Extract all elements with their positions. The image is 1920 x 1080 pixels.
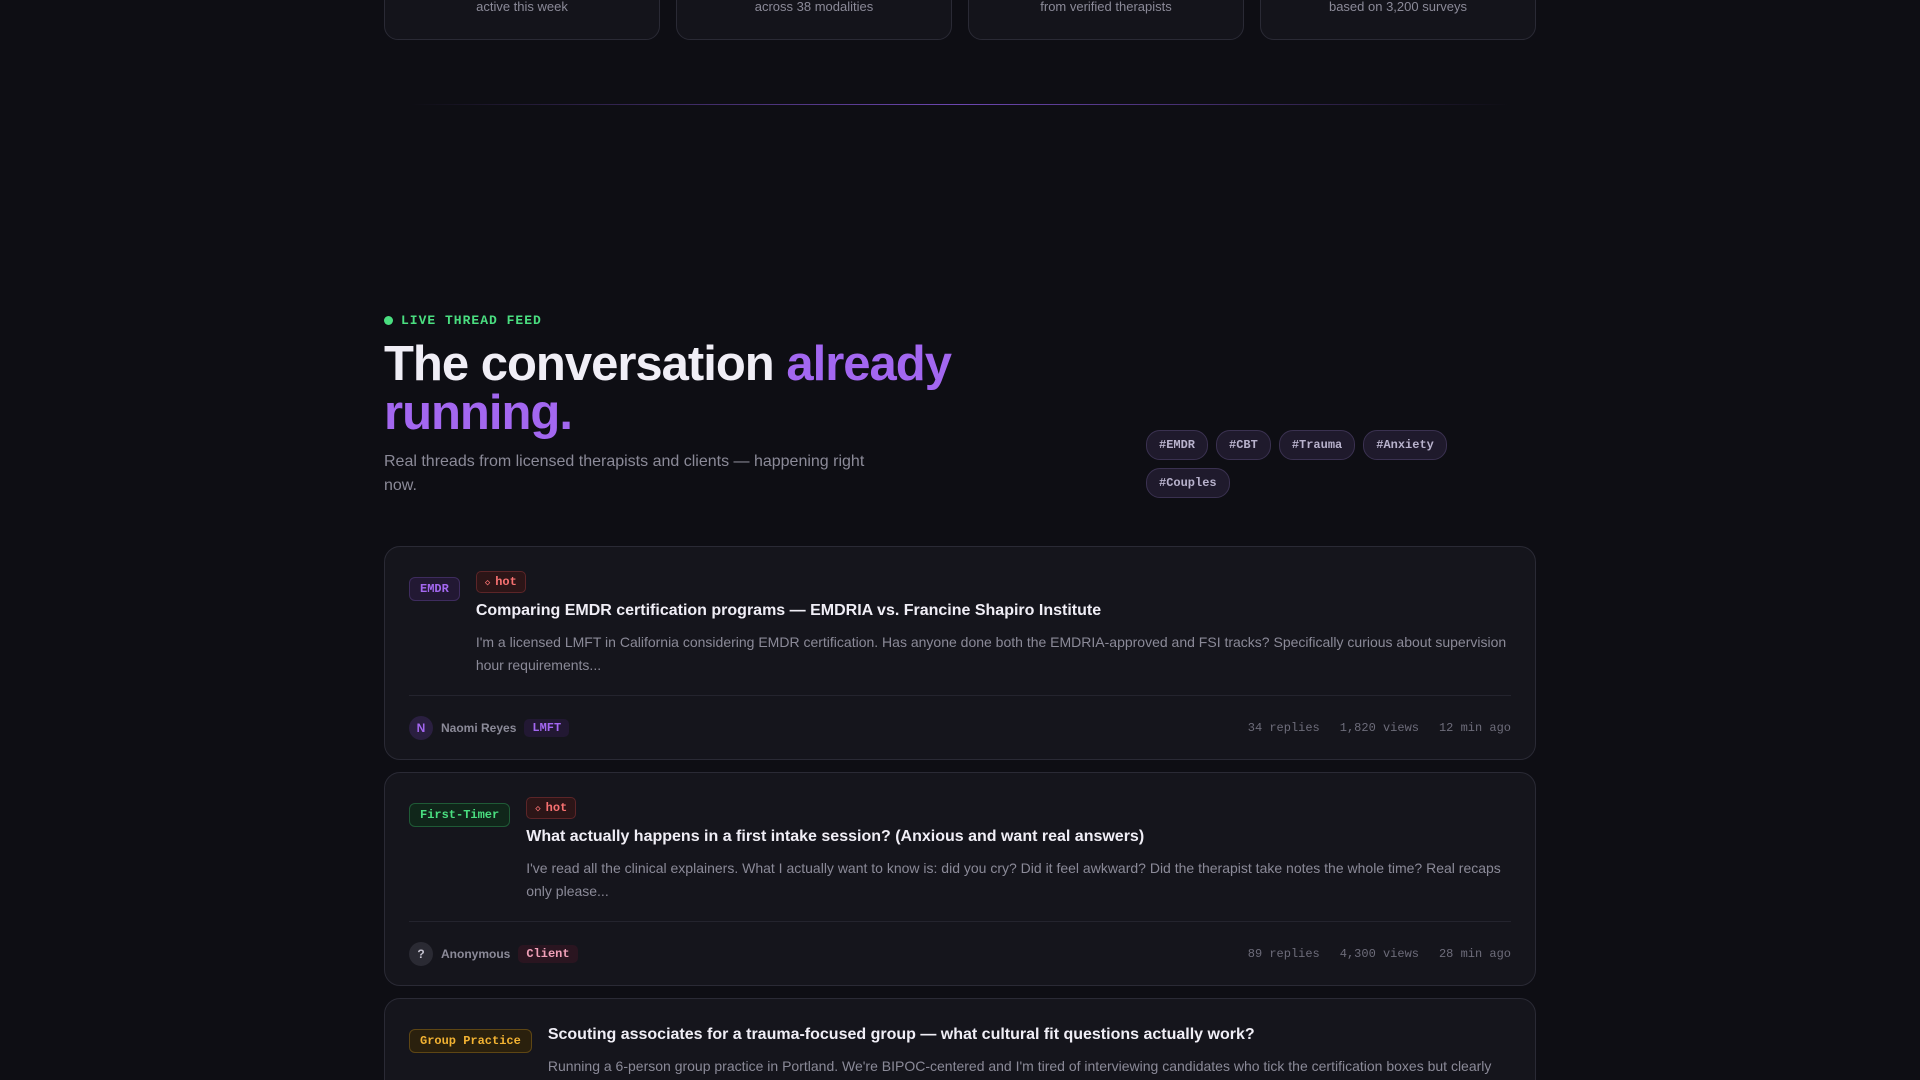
hot-label: hot: [545, 801, 568, 815]
stat-card: based on 3,200 surveys: [1260, 0, 1536, 40]
tag-couples[interactable]: #Couples: [1146, 468, 1230, 498]
hot-badge: ◇ hot: [526, 797, 577, 819]
author-name: Anonymous: [441, 946, 511, 961]
thread-card[interactable]: Group Practice Scouting associates for a…: [384, 998, 1536, 1080]
thread-excerpt: I've read all the clinical explainers. W…: [526, 860, 1501, 899]
avatar: N: [409, 715, 433, 740]
live-feed-eyebrow: LIVE THREAD FEED: [384, 313, 542, 328]
feed-headline: The conversation already running.: [384, 340, 1024, 438]
tag-emdr[interactable]: #EMDR: [1146, 430, 1209, 460]
feed-subtitle: Real threads from licensed therapists an…: [384, 453, 865, 494]
eyebrow-label: LIVE THREAD FEED: [401, 313, 542, 328]
tag-filter-list: #EMDR #CBT #Trauma #Anxiety #Couples: [1146, 430, 1476, 498]
avatar: ?: [409, 941, 433, 966]
category-badge: Group Practice: [409, 1029, 532, 1053]
stat-card: from verified therapists: [968, 0, 1244, 40]
post-time: 28 min ago: [1438, 946, 1511, 961]
hot-label: hot: [495, 575, 517, 589]
headline-main: The conversation: [384, 337, 787, 391]
category-badge: EMDR: [409, 577, 460, 601]
thread-card[interactable]: First-Timer ◇ hot What actually happens i…: [384, 772, 1536, 986]
tag-trauma[interactable]: #Trauma: [1278, 430, 1356, 460]
thread-meta: ? Anonymous Client 89 replies 4,300 view…: [409, 921, 1511, 985]
thread-excerpt: Running a 6-person group practice in Por…: [547, 1058, 1492, 1074]
stat-caption: active this week: [476, 0, 568, 14]
category-badge: First-Timer: [409, 803, 511, 827]
stats-row: active this week across 38 modalities fr…: [384, 0, 1536, 40]
thread-card[interactable]: EMDR ◇ hot Comparing EMDR certification p…: [384, 546, 1536, 760]
hot-badge: ◇ hot: [475, 571, 526, 593]
thread-title[interactable]: Scouting associates for a trauma-focused…: [548, 1023, 1511, 1047]
stat-card: across 38 modalities: [676, 0, 952, 40]
live-dot-icon: [384, 316, 393, 325]
page: active this week across 38 modalities fr…: [0, 0, 1920, 1080]
thread-list: EMDR ◇ hot Comparing EMDR certification p…: [384, 546, 1536, 1080]
role-badge: Client: [518, 944, 578, 963]
thread-author: N Naomi Reyes LMFT: [409, 715, 570, 740]
role-badge: LMFT: [524, 718, 570, 737]
thread-author: ? Anonymous Client: [409, 941, 578, 966]
tag-cbt[interactable]: #CBT: [1216, 430, 1271, 460]
author-name[interactable]: Naomi Reyes: [441, 721, 516, 735]
flame-icon: ◇: [535, 804, 541, 814]
thread-title[interactable]: What actually happens in a first intake …: [526, 825, 1511, 849]
thread-meta: N Naomi Reyes LMFT 34 replies 1,820 view…: [409, 695, 1511, 759]
post-time: 12 min ago: [1438, 720, 1511, 735]
thread-stats: 89 replies 4,300 views 28 min ago: [1248, 947, 1511, 961]
reply-count: 34 replies: [1247, 720, 1320, 735]
thread-title[interactable]: Comparing EMDR certification programs — …: [476, 599, 1511, 623]
thread-stats: 34 replies 1,820 views 12 min ago: [1248, 721, 1511, 735]
thread-excerpt: I'm a licensed LMFT in California consid…: [475, 634, 1507, 673]
stat-caption: across 38 modalities: [754, 0, 874, 14]
stat-card: active this week: [384, 0, 660, 40]
section-divider: [410, 104, 1510, 105]
stat-caption: from verified therapists: [1040, 0, 1172, 14]
view-count: 4,300 views: [1339, 946, 1419, 961]
flame-icon: ◇: [484, 578, 491, 588]
stat-caption: based on 3,200 surveys: [1328, 0, 1468, 14]
view-count: 1,820 views: [1339, 720, 1419, 735]
tag-anxiety[interactable]: #Anxiety: [1363, 430, 1447, 460]
reply-count: 89 replies: [1247, 946, 1320, 961]
